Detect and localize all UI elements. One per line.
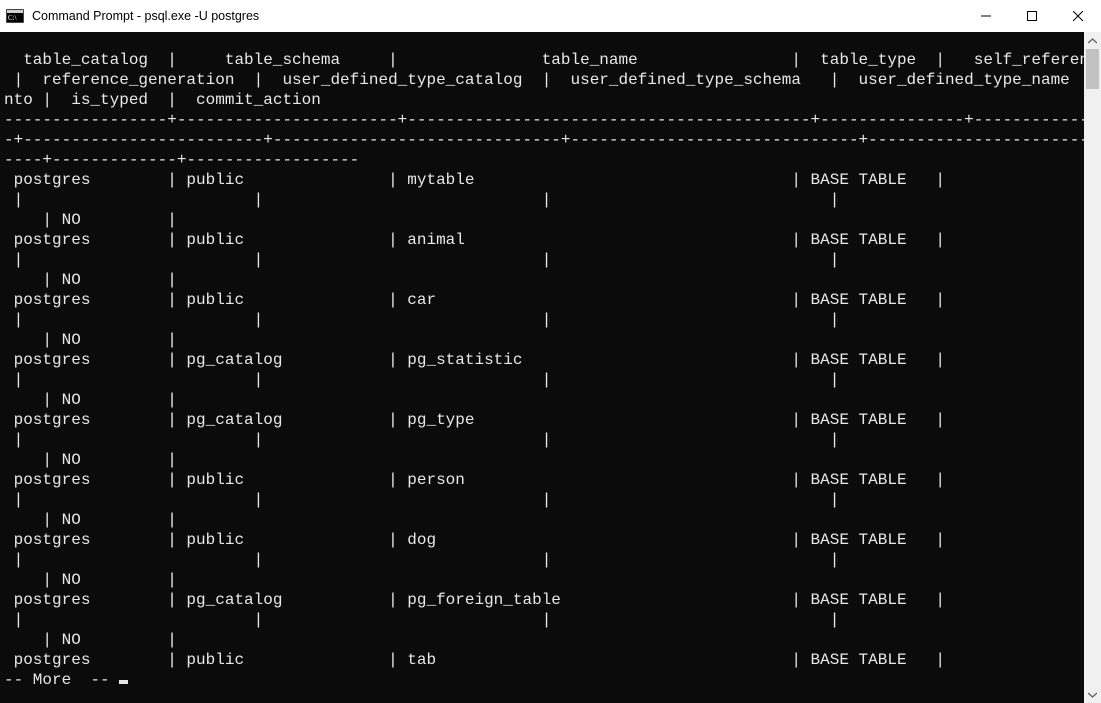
scroll-up-button[interactable] xyxy=(1084,32,1101,49)
scroll-down-button[interactable] xyxy=(1084,686,1101,703)
terminal-viewport[interactable]: table_catalog | table_schema | table_nam… xyxy=(0,32,1084,703)
window-frame: C:\ Command Prompt - psql.exe -U postgre… xyxy=(0,0,1101,703)
vertical-scrollbar[interactable] xyxy=(1084,32,1101,703)
window-controls xyxy=(963,0,1101,32)
svg-text:C:\: C:\ xyxy=(8,14,17,22)
scroll-thumb[interactable] xyxy=(1086,49,1099,89)
cmd-icon: C:\ xyxy=(6,8,24,24)
close-button[interactable] xyxy=(1055,0,1101,32)
maximize-button[interactable] xyxy=(1009,0,1055,32)
pager-more[interactable]: -- More -- xyxy=(4,671,119,689)
terminal-area: table_catalog | table_schema | table_nam… xyxy=(0,32,1101,703)
title-bar[interactable]: C:\ Command Prompt - psql.exe -U postgre… xyxy=(0,0,1101,32)
terminal-output: table_catalog | table_schema | table_nam… xyxy=(0,48,1084,703)
minimize-button[interactable] xyxy=(963,0,1009,32)
scroll-track[interactable] xyxy=(1084,49,1101,686)
window-title: Command Prompt - psql.exe -U postgres xyxy=(32,9,963,23)
terminal-cursor xyxy=(119,680,128,684)
